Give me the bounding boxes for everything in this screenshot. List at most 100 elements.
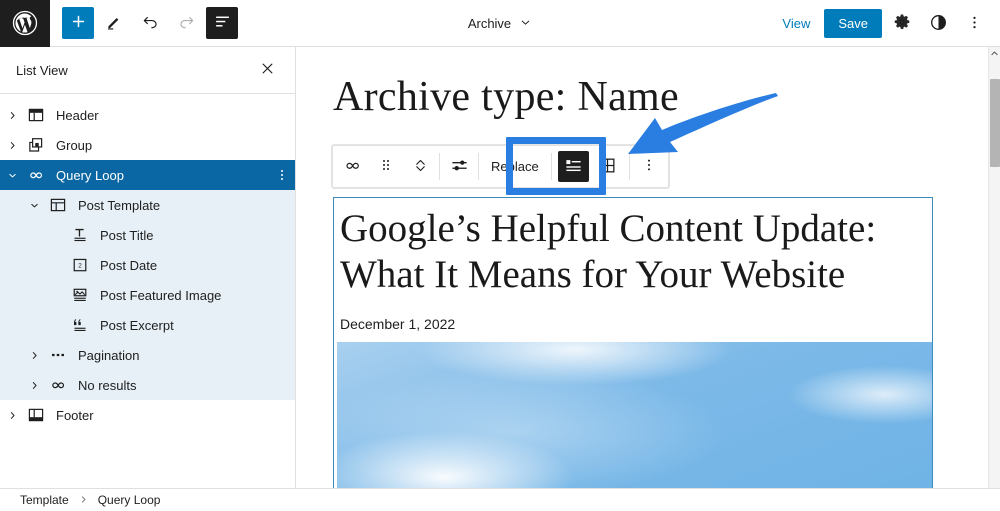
block-options-button[interactable] bbox=[281, 170, 283, 180]
chevron-down-icon bbox=[519, 16, 532, 32]
chevron-down-icon[interactable] bbox=[22, 200, 46, 211]
close-list-view-button[interactable] bbox=[255, 58, 279, 82]
post-title-text[interactable]: Google’s Helpful Content Update: What It… bbox=[334, 198, 932, 298]
more-options-button[interactable] bbox=[958, 8, 990, 40]
block-tree-item-post-date[interactable]: 2 Post Date bbox=[0, 250, 295, 280]
block-more-options-button[interactable] bbox=[632, 146, 666, 187]
drag-handle-button[interactable] bbox=[369, 146, 403, 187]
three-dots-vertical-icon bbox=[966, 14, 983, 34]
query-loop-block-icon bbox=[343, 156, 362, 178]
block-tree-item-post-featured-image[interactable]: Post Featured Image bbox=[0, 280, 295, 310]
undo-arrow-icon bbox=[141, 12, 160, 34]
chevron-right-icon bbox=[79, 495, 88, 506]
block-tree-item-pagination[interactable]: Pagination bbox=[0, 340, 295, 370]
block-tree-item-group[interactable]: Group bbox=[0, 130, 295, 160]
canvas-vertical-scrollbar[interactable] bbox=[988, 47, 1000, 488]
list-view-sidebar: List View Header Group Query Loop Post T… bbox=[0, 47, 296, 488]
plus-icon bbox=[70, 13, 87, 33]
block-toolbar-more-group bbox=[630, 146, 668, 187]
page-title: Archive type: Name bbox=[333, 74, 679, 120]
block-toolbar-settings-group bbox=[440, 146, 478, 187]
block-tree-item-label: No results bbox=[78, 377, 137, 393]
pagination-block-icon bbox=[46, 346, 70, 364]
layout-list-view-button[interactable] bbox=[557, 151, 589, 182]
drag-handle-dots-icon bbox=[378, 157, 394, 176]
editor-canvas: Archive type: Name Google’s Helpful Cont… bbox=[297, 47, 988, 488]
block-tree-item-label: Header bbox=[56, 107, 99, 123]
post-template-block-icon bbox=[46, 196, 70, 214]
editor-top-bar: Archive View Save bbox=[0, 0, 1000, 47]
block-tree-item-label: Post Date bbox=[100, 257, 158, 273]
top-bar-left-tools bbox=[50, 7, 238, 39]
tools-edit-button[interactable] bbox=[98, 7, 130, 39]
layout-toggle-group bbox=[552, 146, 629, 187]
list-view-icon bbox=[214, 13, 231, 33]
top-bar-right-tools: View Save bbox=[772, 0, 990, 47]
header-block-icon bbox=[24, 106, 48, 124]
block-tree-item-label: Pagination bbox=[78, 347, 140, 363]
scroll-up-button[interactable] bbox=[989, 47, 1000, 61]
chevron-right-icon[interactable] bbox=[0, 410, 24, 421]
block-tree-item-label: Post Featured Image bbox=[100, 287, 222, 303]
post-date-text[interactable]: December 1, 2022 bbox=[334, 298, 932, 342]
post-excerpt-block-icon bbox=[68, 316, 92, 334]
chevron-right-icon[interactable] bbox=[0, 110, 24, 121]
block-tree-item-post-excerpt[interactable]: Post Excerpt bbox=[0, 310, 295, 340]
redo-button[interactable] bbox=[170, 7, 202, 39]
block-tree-item-label: Footer bbox=[56, 407, 94, 423]
save-button[interactable]: Save bbox=[824, 9, 882, 38]
block-tree-item-query-loop[interactable]: Query Loop bbox=[0, 160, 295, 190]
block-tree-item-post-title[interactable]: Post Title bbox=[0, 220, 295, 250]
layout-grid-icon bbox=[598, 156, 617, 178]
wordpress-logo-icon[interactable] bbox=[0, 0, 50, 47]
post-title-block-icon bbox=[68, 226, 92, 244]
block-tree-item-no-results[interactable]: No results bbox=[0, 370, 295, 400]
block-toolbar-left-group bbox=[333, 146, 439, 187]
breadcrumb: Template Query Loop bbox=[0, 488, 1000, 511]
block-type-button[interactable] bbox=[335, 146, 369, 187]
layout-grid-view-button[interactable] bbox=[592, 151, 623, 182]
block-tree-item-footer[interactable]: Footer bbox=[0, 400, 295, 430]
group-block-icon bbox=[24, 136, 48, 154]
query-loop-block-icon bbox=[46, 376, 70, 394]
list-view-toggle-button[interactable] bbox=[206, 7, 238, 39]
redo-arrow-icon bbox=[177, 12, 196, 34]
footer-block-icon bbox=[24, 406, 48, 424]
chevron-right-icon[interactable] bbox=[0, 140, 24, 151]
list-view-header: List View bbox=[0, 47, 295, 94]
block-tree-item-header[interactable]: Header bbox=[0, 100, 295, 130]
add-block-button[interactable] bbox=[62, 7, 94, 39]
breadcrumb-item[interactable]: Template bbox=[20, 493, 69, 507]
settings-button[interactable] bbox=[886, 8, 918, 40]
chevron-right-icon[interactable] bbox=[22, 380, 46, 391]
display-settings-button[interactable] bbox=[442, 146, 476, 187]
block-tree-list: Header Group Query Loop Post Template Po… bbox=[0, 94, 295, 488]
svg-text:2: 2 bbox=[78, 263, 82, 270]
block-tree-item-label: Post Title bbox=[100, 227, 154, 243]
styles-button[interactable] bbox=[922, 8, 954, 40]
move-up-down-chevrons-icon bbox=[413, 156, 428, 178]
query-loop-block-icon bbox=[24, 166, 48, 184]
chevron-down-icon[interactable] bbox=[0, 170, 24, 181]
wordpress-site-editor: Archive View Save List View Header Group… bbox=[0, 0, 1000, 511]
block-tree-item-label: Group bbox=[56, 137, 93, 153]
view-button[interactable]: View bbox=[772, 10, 820, 37]
three-dots-vertical-icon bbox=[641, 157, 657, 176]
block-tree-item-post-template[interactable]: Post Template bbox=[0, 190, 295, 220]
post-featured-image[interactable] bbox=[337, 342, 932, 488]
undo-button[interactable] bbox=[134, 7, 166, 39]
replace-button[interactable]: Replace bbox=[479, 146, 551, 187]
document-title-label: Archive bbox=[467, 16, 512, 31]
vertical-scroll-thumb[interactable] bbox=[990, 79, 1000, 167]
block-tree-item-label: Query Loop bbox=[56, 167, 124, 183]
move-block-button[interactable] bbox=[403, 146, 437, 187]
contrast-half-circle-icon bbox=[929, 13, 948, 35]
block-tree-item-label: Post Excerpt bbox=[100, 317, 174, 333]
query-loop-block[interactable]: Google’s Helpful Content Update: What It… bbox=[333, 197, 933, 488]
breadcrumb-item[interactable]: Query Loop bbox=[98, 493, 161, 507]
post-date-block-icon: 2 bbox=[68, 256, 92, 274]
document-title-dropdown[interactable]: Archive bbox=[460, 11, 540, 37]
block-tree-item-label: Post Template bbox=[78, 197, 161, 213]
chevron-right-icon[interactable] bbox=[22, 350, 46, 361]
sliders-settings-icon bbox=[450, 156, 469, 178]
